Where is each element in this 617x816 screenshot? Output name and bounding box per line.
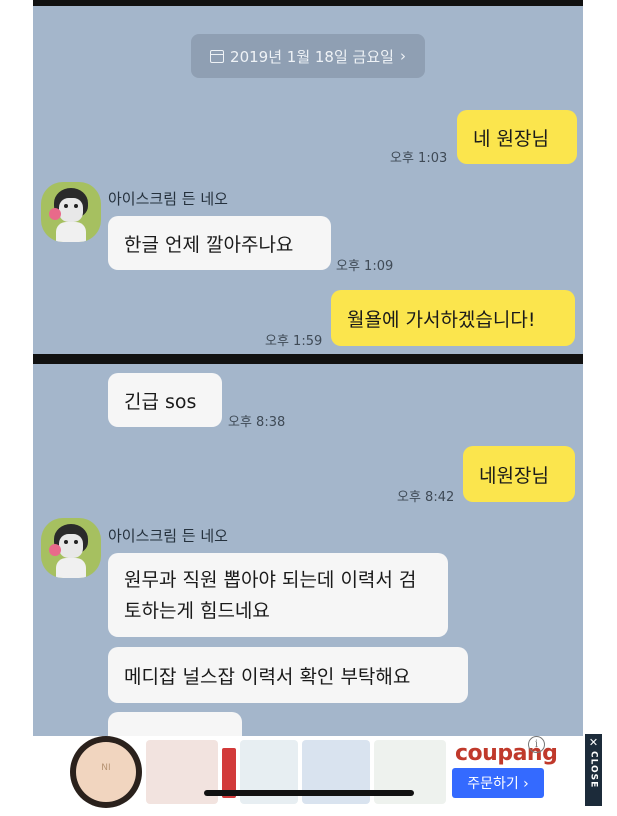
message-time: 오후 1:59 [265, 334, 323, 349]
message-bubble-partial[interactable] [108, 712, 242, 736]
chevron-right-icon: › [399, 47, 406, 65]
date-label: 2019년 1월 18일 금요일 [230, 47, 394, 66]
close-label: CLOSE [588, 751, 599, 789]
avatar[interactable] [41, 182, 101, 242]
sender-name: 아이스크림 든 네오 [108, 190, 228, 208]
message-time: 오후 1:03 [390, 151, 448, 166]
message-bubble-mine[interactable]: 네원장님 [463, 446, 575, 502]
message-time: 오후 1:09 [336, 259, 394, 274]
message-bubble-theirs[interactable]: 한글 언제 깔아주나요 [108, 216, 331, 270]
ad-product-compact[interactable]: NI [70, 736, 142, 808]
message-time: 오후 8:38 [228, 415, 286, 430]
message-bubble-theirs[interactable]: 메디잡 널스잡 이력서 확인 부탁해요 [108, 647, 468, 703]
home-indicator[interactable] [204, 790, 414, 796]
info-icon[interactable]: i [528, 736, 545, 753]
message-bubble-theirs[interactable]: 원무과 직원 뽑아야 되는데 이력서 검토하는게 힘드네요 [108, 553, 448, 637]
calendar-icon [210, 49, 225, 63]
compact-logo: NI [101, 763, 111, 773]
message-bubble-mine[interactable]: 월욜에 가서하겠습니다! [331, 290, 575, 346]
message-bubble-theirs[interactable]: 긴급 sos [108, 373, 222, 427]
close-ad-button[interactable]: ✕ CLOSE [585, 734, 602, 806]
chat-panel-2[interactable]: 긴급 sos 오후 8:38 네원장님 오후 8:42 아이스크림 든 네오 원… [33, 364, 583, 736]
order-button[interactable]: 주문하기 › [452, 768, 544, 798]
avatar[interactable] [41, 518, 101, 578]
date-divider[interactable]: 2019년 1월 18일 금요일 › [191, 34, 425, 78]
message-time: 오후 8:42 [397, 490, 455, 505]
close-icon: ✕ [588, 736, 599, 749]
chat-panel-1[interactable]: 2019년 1월 18일 금요일 › 네 원장님 오후 1:03 아이스크림 든… [33, 6, 583, 354]
screenshot-divider [33, 354, 583, 364]
sender-name: 아이스크림 든 네오 [108, 527, 228, 545]
message-bubble-mine[interactable]: 네 원장님 [457, 110, 577, 164]
